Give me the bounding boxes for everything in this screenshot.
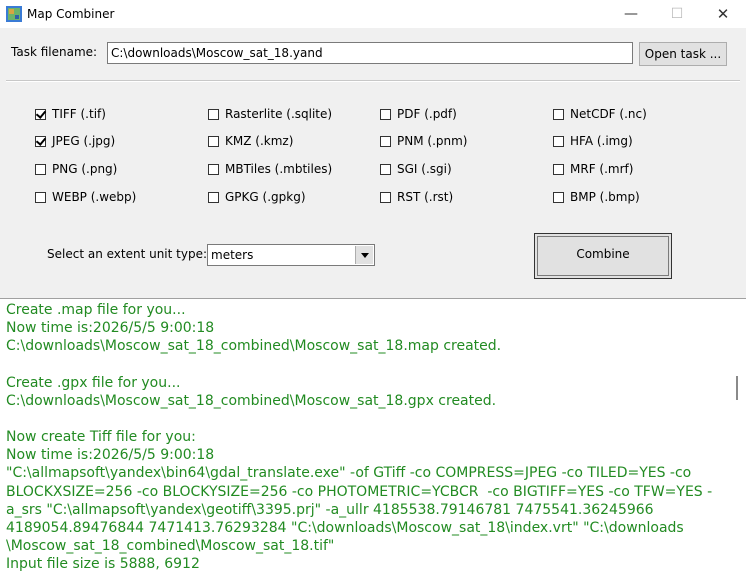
format-label: RST (.rst) [397, 190, 454, 204]
checkbox-empty-icon[interactable] [380, 136, 391, 147]
checkbox-empty-icon[interactable] [380, 109, 391, 120]
checkbox-empty-icon[interactable] [553, 192, 564, 203]
format-checkbox[interactable]: NetCDF (.nc) [553, 107, 647, 121]
format-label: HFA (.img) [570, 134, 633, 148]
title-bar: Map Combiner — ☐ ✕ [0, 0, 746, 28]
log-line: 4189054.89476844 7471413.76293284 "C:\do… [6, 520, 684, 537]
checkbox-empty-icon[interactable] [380, 164, 391, 175]
format-label: JPEG (.jpg) [52, 134, 116, 148]
log-line: Input file size is 5888, 6912 [6, 556, 200, 573]
log-line: Now create Tiff file for you: [6, 429, 196, 446]
format-checkbox[interactable]: PNM (.pnm) [380, 134, 467, 148]
format-checkbox[interactable]: Rasterlite (.sqlite) [208, 107, 332, 121]
log-line: Now time is:2026/5/5 9:00:18 [6, 320, 215, 337]
close-icon[interactable]: ✕ [700, 0, 746, 28]
format-label: PDF (.pdf) [397, 107, 457, 121]
format-label: WEBP (.webp) [52, 190, 137, 204]
format-label: PNM (.pnm) [397, 134, 468, 148]
format-label: PNG (.png) [52, 162, 118, 176]
extent-unit-value: meters [211, 248, 254, 262]
log-line: Create .gpx file for you... [6, 374, 181, 391]
checkbox-checked-icon[interactable] [35, 136, 46, 147]
scrollbar-thumb[interactable] [736, 376, 738, 400]
extent-unit-label: Select an extent unit type: [47, 247, 208, 261]
format-label: NetCDF (.nc) [570, 107, 647, 121]
window-title: Map Combiner [27, 7, 115, 21]
format-label: MRF (.mrf) [570, 162, 634, 176]
format-label: BMP (.bmp) [570, 190, 640, 204]
format-label: GPKG (.gpkg) [225, 190, 306, 204]
format-label: Rasterlite (.sqlite) [225, 107, 333, 121]
checkbox-empty-icon[interactable] [553, 109, 564, 120]
log-line: BLOCKXSIZE=256 -co BLOCKYSIZE=256 -co PH… [6, 483, 713, 500]
format-checkbox[interactable]: RST (.rst) [380, 190, 453, 204]
checkbox-empty-icon[interactable] [208, 109, 219, 120]
log-line: C:\downloads\Moscow_sat_18_combined\Mosc… [6, 338, 502, 355]
format-label: MBTiles (.mbtiles) [225, 162, 333, 176]
divider [6, 80, 740, 82]
checkbox-empty-icon[interactable] [35, 164, 46, 175]
log-line: Create .map file for you... [6, 302, 186, 318]
format-checkbox[interactable]: PDF (.pdf) [380, 107, 457, 121]
checkbox-checked-icon[interactable] [35, 109, 46, 120]
task-filename-label: Task filename: [11, 45, 98, 59]
format-checkbox[interactable]: MRF (.mrf) [553, 162, 633, 176]
format-checkbox[interactable]: PNG (.png) [35, 162, 117, 176]
chevron-down-icon[interactable] [355, 246, 373, 264]
checkbox-empty-icon[interactable] [380, 192, 391, 203]
checkbox-empty-icon[interactable] [208, 136, 219, 147]
log-line: C:\downloads\Moscow_sat_18_combined\Mosc… [6, 392, 497, 409]
format-checkbox[interactable]: HFA (.img) [553, 134, 633, 148]
format-checkbox[interactable]: MBTiles (.mbtiles) [208, 162, 332, 176]
checkbox-empty-icon[interactable] [208, 164, 219, 175]
format-checkbox[interactable]: JPEG (.jpg) [35, 134, 115, 148]
log-line: a_srs "C:\allmapsoft\yandex\geotiff\3395… [6, 501, 654, 518]
format-checkbox[interactable]: SGI (.sgi) [380, 162, 452, 176]
log-line: \Moscow_sat_18_combined\Moscow_sat_18.ti… [6, 538, 335, 555]
format-checkbox[interactable]: GPKG (.gpkg) [208, 190, 306, 204]
open-task-button[interactable]: Open task ... [639, 42, 727, 66]
maximize-icon[interactable]: ☐ [654, 0, 700, 28]
task-filename-input[interactable]: C:\downloads\Moscow_sat_18.yand [107, 42, 633, 64]
log-line: Now time is:2026/5/5 9:00:18 [6, 447, 215, 464]
extent-unit-select[interactable]: meters [207, 244, 375, 266]
checkbox-empty-icon[interactable] [553, 136, 564, 147]
log-line: "C:\allmapsoft\yandex\bin64\gdal_transla… [6, 465, 692, 482]
map-icon [6, 6, 22, 22]
minimize-icon[interactable]: — [608, 0, 654, 28]
format-checkbox[interactable]: WEBP (.webp) [35, 190, 136, 204]
log-output[interactable]: Create .map file for you... Now time is:2… [0, 298, 746, 588]
format-checkbox[interactable]: KMZ (.kmz) [208, 134, 293, 148]
format-label: KMZ (.kmz) [225, 134, 294, 148]
checkbox-empty-icon[interactable] [35, 192, 46, 203]
format-label: TIFF (.tif) [52, 107, 106, 121]
combine-button[interactable]: Combine [534, 233, 672, 279]
checkbox-empty-icon[interactable] [208, 192, 219, 203]
checkbox-empty-icon[interactable] [553, 164, 564, 175]
format-checkbox[interactable]: BMP (.bmp) [553, 190, 640, 204]
format-checkbox[interactable]: TIFF (.tif) [35, 107, 106, 121]
format-label: SGI (.sgi) [397, 162, 452, 176]
